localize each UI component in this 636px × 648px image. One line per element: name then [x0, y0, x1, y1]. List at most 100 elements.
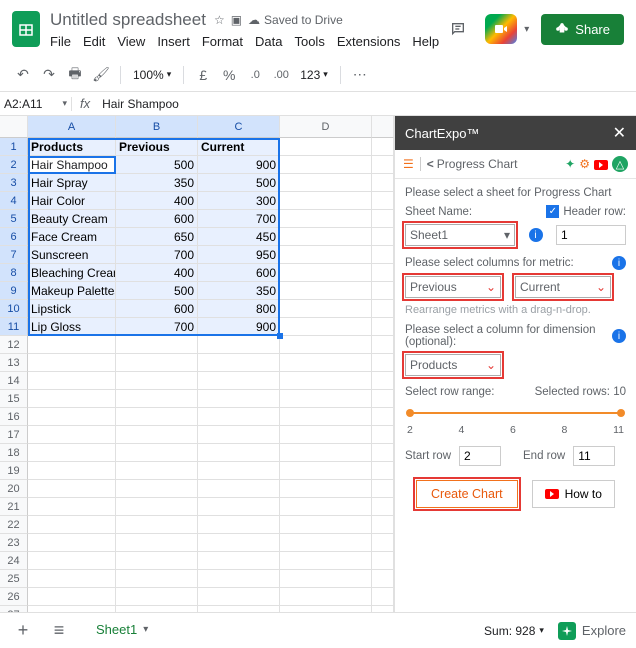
cell[interactable]	[280, 210, 372, 228]
cell[interactable]	[116, 498, 198, 516]
cell[interactable]: 450	[198, 228, 280, 246]
cell[interactable]	[372, 354, 394, 372]
cell[interactable]	[372, 246, 394, 264]
cell[interactable]	[116, 390, 198, 408]
cell[interactable]	[372, 570, 394, 588]
metric2-select[interactable]: Current⌄	[515, 276, 611, 298]
row-header[interactable]: 19	[0, 462, 28, 480]
cell[interactable]	[280, 516, 372, 534]
settings-icon[interactable]: ⚙	[579, 157, 590, 171]
close-icon[interactable]: ✕	[613, 123, 626, 143]
row-header[interactable]: 9	[0, 282, 28, 300]
star-icon[interactable]: ☆	[214, 13, 225, 27]
notify-icon[interactable]: △	[612, 156, 628, 172]
cell[interactable]	[280, 174, 372, 192]
cell[interactable]	[372, 228, 394, 246]
cell[interactable]: 400	[116, 192, 198, 210]
menu-format[interactable]: Format	[202, 34, 243, 49]
dimension-select[interactable]: Products⌄	[405, 354, 501, 376]
row-header[interactable]: 15	[0, 390, 28, 408]
cell[interactable]	[28, 534, 116, 552]
col-header[interactable]: C	[198, 116, 280, 138]
menu-edit[interactable]: Edit	[83, 34, 105, 49]
currency-icon[interactable]: £	[192, 63, 214, 87]
cell[interactable]	[198, 570, 280, 588]
cell[interactable]	[280, 480, 372, 498]
cell[interactable]: 800	[198, 300, 280, 318]
print-icon[interactable]: 🖶	[64, 63, 86, 87]
cell[interactable]: Previous	[116, 138, 198, 156]
menu-data[interactable]: Data	[255, 34, 282, 49]
cell[interactable]	[372, 588, 394, 606]
cell[interactable]	[280, 390, 372, 408]
cell[interactable]	[116, 462, 198, 480]
cell[interactable]	[372, 480, 394, 498]
start-row-input[interactable]	[459, 446, 501, 466]
cell[interactable]	[372, 408, 394, 426]
cell[interactable]	[280, 444, 372, 462]
cell[interactable]	[198, 480, 280, 498]
cell[interactable]	[198, 444, 280, 462]
cell[interactable]: 700	[116, 246, 198, 264]
cell[interactable]	[28, 354, 116, 372]
info-icon[interactable]: i	[529, 228, 543, 242]
move-icon[interactable]: ▣	[231, 13, 242, 27]
cell[interactable]: Beauty Cream	[28, 210, 116, 228]
create-chart-button[interactable]: Create Chart	[416, 480, 518, 508]
cell[interactable]	[28, 570, 116, 588]
zoom-select[interactable]: 100%▾	[129, 68, 175, 82]
cell[interactable]	[280, 354, 372, 372]
cell[interactable]	[280, 228, 372, 246]
cell[interactable]	[28, 426, 116, 444]
cell[interactable]	[280, 534, 372, 552]
cell[interactable]	[372, 210, 394, 228]
cell[interactable]	[372, 516, 394, 534]
row-header[interactable]: 16	[0, 408, 28, 426]
cell[interactable]	[198, 516, 280, 534]
cell[interactable]	[28, 498, 116, 516]
cell[interactable]	[280, 246, 372, 264]
cell-reference[interactable]: A2:A11 ▾	[0, 97, 72, 111]
cell[interactable]: 500	[116, 156, 198, 174]
cell[interactable]	[198, 552, 280, 570]
cell[interactable]	[28, 516, 116, 534]
cell[interactable]	[372, 462, 394, 480]
row-header[interactable]: 11	[0, 318, 28, 336]
cell[interactable]: 700	[116, 318, 198, 336]
cell[interactable]	[198, 498, 280, 516]
percent-icon[interactable]: %	[218, 63, 240, 87]
metric1-select[interactable]: Previous⌄	[405, 276, 501, 298]
cell[interactable]	[372, 372, 394, 390]
cell[interactable]: Current	[198, 138, 280, 156]
row-header[interactable]: 25	[0, 570, 28, 588]
cell[interactable]: Lipstick	[28, 300, 116, 318]
increase-decimal-icon[interactable]: .00	[270, 63, 292, 87]
cell[interactable]	[116, 408, 198, 426]
cell[interactable]	[372, 174, 394, 192]
share-button[interactable]: Share	[541, 14, 624, 45]
cell[interactable]: Hair Shampoo	[28, 156, 116, 174]
cell[interactable]: Hair Spray	[28, 174, 116, 192]
cell[interactable]: Products	[28, 138, 116, 156]
explore-button[interactable]: Explore	[558, 622, 626, 640]
cell[interactable]	[280, 156, 372, 174]
cell[interactable]	[372, 336, 394, 354]
cell[interactable]: 950	[198, 246, 280, 264]
cell[interactable]	[280, 462, 372, 480]
row-header[interactable]: 1	[0, 138, 28, 156]
cell[interactable]	[280, 498, 372, 516]
back-icon[interactable]: <	[427, 157, 434, 171]
formula-input[interactable]	[98, 97, 636, 111]
cell[interactable]	[28, 408, 116, 426]
cell[interactable]: 900	[198, 318, 280, 336]
cell[interactable]	[372, 282, 394, 300]
cell[interactable]	[28, 480, 116, 498]
spreadsheet[interactable]: ABCD1ProductsPreviousCurrent2Hair Shampo…	[0, 116, 395, 616]
cell[interactable]	[372, 390, 394, 408]
cell[interactable]	[116, 552, 198, 570]
cell[interactable]	[28, 390, 116, 408]
cell[interactable]	[116, 354, 198, 372]
cell[interactable]: 500	[198, 174, 280, 192]
cell[interactable]: Sunscreen	[28, 246, 116, 264]
cell[interactable]	[280, 192, 372, 210]
